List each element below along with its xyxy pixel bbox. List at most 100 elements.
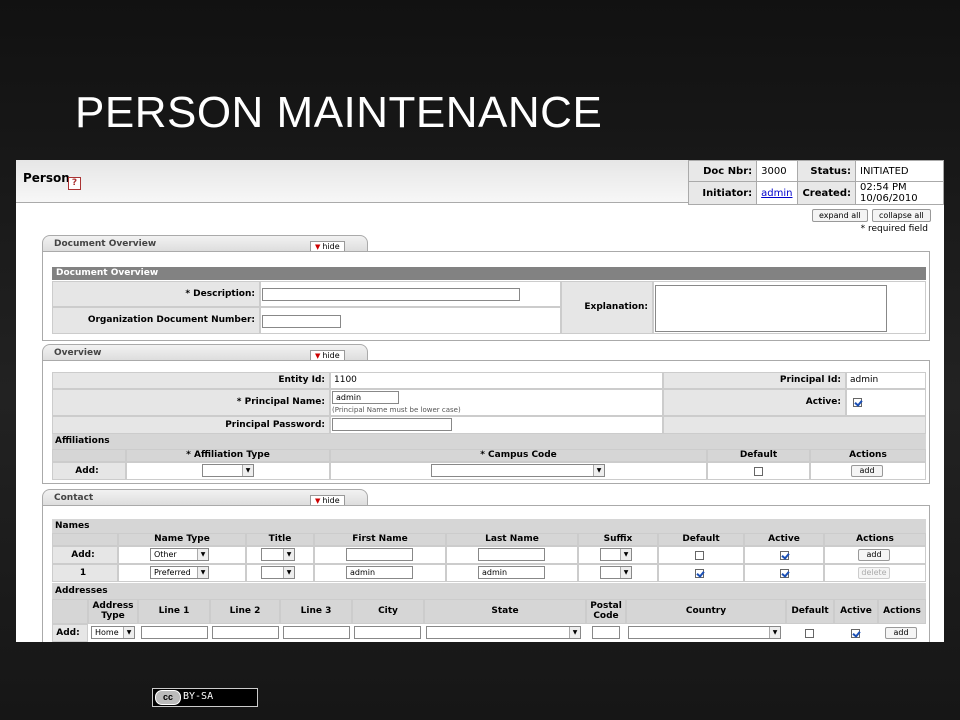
name-type-select[interactable]: Preferred ▼ (150, 566, 209, 579)
page-title: Person (23, 171, 70, 185)
names-default-header: Default (658, 533, 744, 546)
name-add-button[interactable]: add (858, 549, 890, 561)
document-header: Person ? Doc Nbr: 3000 Status: INITIATED… (16, 160, 944, 205)
screenshot-panel: Person ? Doc Nbr: 3000 Status: INITIATED… (16, 160, 944, 642)
state-header: State (424, 599, 586, 624)
state-select[interactable]: ▼ (426, 626, 581, 639)
affiliation-add-button[interactable]: add (851, 465, 883, 477)
principal-password-input[interactable] (332, 418, 452, 431)
names-row-number: 1 (52, 564, 118, 582)
addresses-default-header: Default (786, 599, 834, 624)
chevron-down-icon: ▼ (197, 549, 208, 560)
license-text: BY-SA (183, 691, 214, 702)
principal-name-label: * Principal Name: (52, 389, 330, 416)
names-active-header: Active (744, 533, 824, 546)
affiliations-section-title: Affiliations (52, 434, 926, 449)
triangle-down-icon: ▼ (315, 497, 321, 505)
line1-header: Line 1 (138, 599, 210, 624)
chevron-down-icon: ▼ (283, 567, 294, 578)
line3-header: Line 3 (280, 599, 352, 624)
name-type-header: Name Type (118, 533, 246, 546)
affiliation-type-select[interactable]: ▼ (202, 464, 254, 477)
collapse-all-button[interactable]: collapse all (872, 209, 931, 222)
city-header: City (352, 599, 424, 624)
description-input[interactable] (262, 288, 520, 301)
principal-name-hint: (Principal Name must be lower case) (332, 406, 461, 414)
title-select[interactable]: ▼ (261, 566, 295, 579)
slide-title: PERSON MAINTENANCE (75, 88, 603, 137)
address-type-select[interactable]: Home ▼ (91, 626, 135, 639)
cc-logo-icon: cc (155, 690, 181, 705)
principal-password-label: Principal Password: (52, 416, 330, 434)
chevron-down-icon: ▼ (769, 627, 780, 638)
chevron-down-icon: ▼ (620, 567, 631, 578)
last-name-input[interactable] (478, 548, 545, 561)
blank-cell (663, 416, 926, 434)
suffix-select[interactable]: ▼ (600, 548, 632, 561)
city-input[interactable] (354, 626, 421, 639)
names-section-title: Names (52, 519, 926, 533)
postal-code-header: Postal Code (586, 599, 626, 624)
document-header-table: Doc Nbr: 3000 Status: INITIATED Initiato… (687, 160, 944, 205)
chevron-down-icon: ▼ (593, 465, 604, 476)
country-select[interactable]: ▼ (628, 626, 781, 639)
campus-code-select[interactable]: ▼ (431, 464, 605, 477)
initiator-link[interactable]: admin (761, 188, 792, 199)
help-icon[interactable]: ? (68, 177, 81, 190)
address-default-checkbox[interactable] (805, 629, 814, 638)
principal-name-input[interactable]: admin (332, 391, 399, 404)
principal-id-value: admin (846, 372, 926, 389)
affiliations-header-spacer (52, 449, 126, 462)
name-type-select[interactable]: Other ▼ (150, 548, 209, 561)
addresses-header-spacer (52, 599, 88, 624)
addresses-section-title: Addresses (52, 583, 926, 599)
address-active-checkbox[interactable] (851, 629, 860, 638)
line2-input[interactable] (212, 626, 279, 639)
name-active-checkbox[interactable] (780, 569, 789, 578)
addresses-actions-header: Actions (878, 599, 926, 624)
explanation-textarea[interactable] (655, 285, 887, 332)
line2-header: Line 2 (210, 599, 280, 624)
affiliations-add-label: Add: (52, 462, 126, 480)
address-type-header: Address Type (88, 599, 138, 624)
last-name-input[interactable]: admin (478, 566, 545, 579)
created-value: 02:54 PM 10/06/2010 (855, 181, 944, 205)
expand-all-button[interactable]: expand all (812, 209, 868, 222)
suffix-select[interactable]: ▼ (600, 566, 632, 579)
first-name-header: First Name (314, 533, 446, 546)
doc-nbr-value: 3000 (756, 160, 798, 182)
org-doc-number-input[interactable] (262, 315, 341, 328)
principal-id-label: Principal Id: (663, 372, 846, 389)
line1-input[interactable] (141, 626, 208, 639)
name-default-checkbox[interactable] (695, 551, 704, 560)
doc-nbr-label: Doc Nbr: (687, 160, 758, 182)
description-label: * Description: (52, 281, 260, 307)
names-header-spacer (52, 533, 118, 546)
default-header: Default (707, 449, 810, 462)
name-delete-button[interactable]: delete (858, 567, 890, 579)
names-actions-header: Actions (824, 533, 926, 546)
active-checkbox[interactable] (853, 398, 862, 407)
address-add-button[interactable]: add (885, 627, 917, 639)
title-select[interactable]: ▼ (261, 548, 295, 561)
names-add-label: Add: (52, 546, 118, 564)
tab-document-overview[interactable]: Document Overview ▼ hide (42, 235, 368, 253)
tab-overview-label: Overview (54, 348, 102, 358)
entity-id-value: 1100 (330, 372, 663, 389)
line3-input[interactable] (283, 626, 350, 639)
tab-contact[interactable]: Contact ▼ hide (42, 489, 368, 507)
chevron-down-icon: ▼ (242, 465, 253, 476)
first-name-input[interactable] (346, 548, 413, 561)
name-default-checkbox[interactable] (695, 569, 704, 578)
triangle-down-icon: ▼ (315, 243, 321, 251)
name-active-checkbox[interactable] (780, 551, 789, 560)
tab-overview[interactable]: Overview ▼ hide (42, 344, 368, 362)
initiator-label: Initiator: (687, 181, 758, 205)
postal-code-input[interactable] (592, 626, 620, 639)
active-label: Active: (663, 389, 846, 416)
triangle-down-icon: ▼ (315, 352, 321, 360)
cc-license-badge: cc BY-SA (152, 688, 258, 707)
required-field-note: * required field (860, 224, 928, 234)
affiliation-default-checkbox[interactable] (754, 467, 763, 476)
first-name-input[interactable]: admin (346, 566, 413, 579)
